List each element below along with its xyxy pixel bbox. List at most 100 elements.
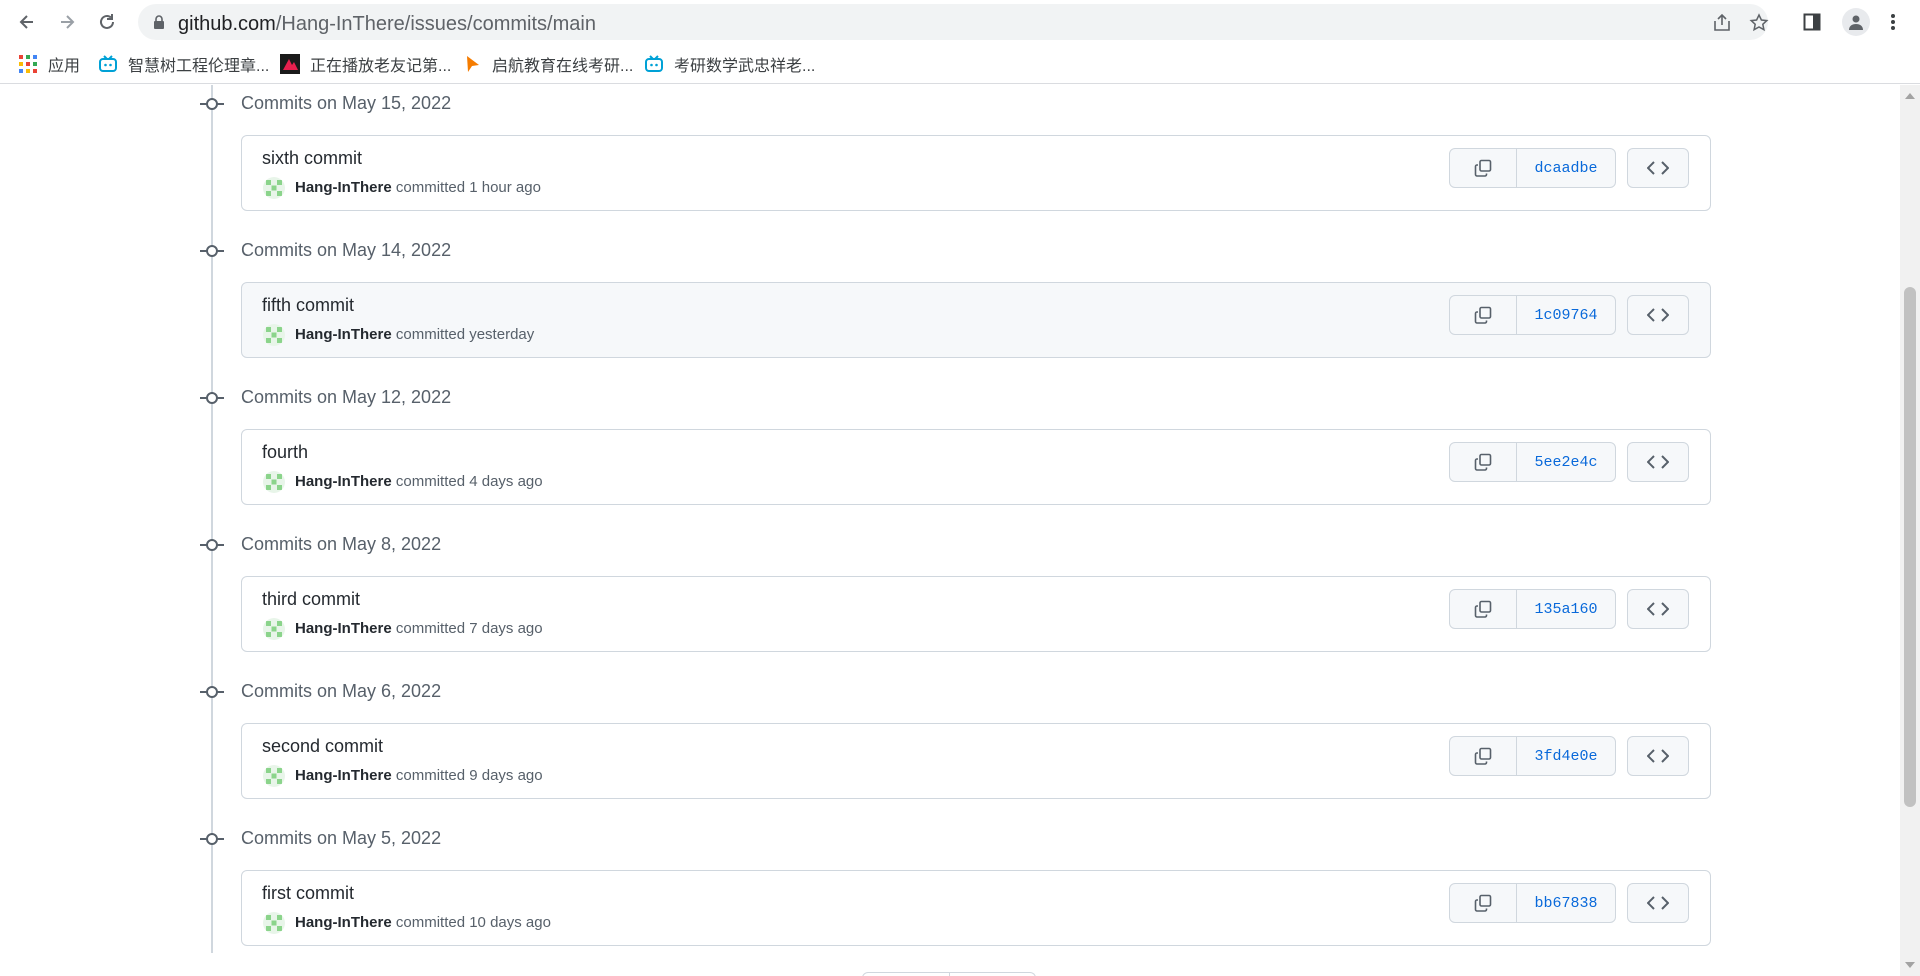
commit-sha-link[interactable]: 5ee2e4c (1517, 443, 1615, 481)
commit-sha-link[interactable]: 135a160 (1517, 590, 1615, 628)
more-menu-icon[interactable] (1882, 11, 1904, 33)
commit-message[interactable]: second commit (262, 736, 383, 757)
bookmark-item-3[interactable]: 启航教育在线考研... (462, 53, 633, 75)
bookmark-item-1[interactable]: 智慧树工程伦理章... (98, 53, 269, 75)
commit-time: 1 hour ago (469, 179, 541, 196)
copy-icon (1474, 453, 1492, 471)
commit-node-icon (200, 98, 224, 110)
commit-sha-link[interactable]: 1c09764 (1517, 296, 1615, 334)
avatar[interactable] (263, 912, 285, 934)
commit-meta: Hang-InThere committed 10 days ago (295, 914, 551, 931)
bookmark-item-4[interactable]: 考研数学武忠祥老... (644, 53, 815, 75)
back-button[interactable] (13, 8, 41, 36)
scroll-down-icon[interactable] (1905, 962, 1915, 968)
commit-node-icon (200, 833, 224, 845)
sha-button-group: 1c09764 (1449, 295, 1616, 335)
code-brackets-icon (1647, 602, 1669, 616)
commit-action: committed (395, 914, 466, 931)
commit-author[interactable]: Hang-InThere (295, 473, 392, 490)
scroll-up-icon[interactable] (1905, 93, 1915, 99)
commit-item: second commit Hang-InThere committed 9 d… (241, 723, 1711, 799)
commit-sha-link[interactable]: 3fd4e0e (1517, 737, 1615, 775)
copy-sha-button[interactable] (1450, 296, 1517, 334)
sha-button-group: dcaadbe (1449, 148, 1616, 188)
forward-arrow-icon (61, 15, 75, 29)
commit-item: sixth commit Hang-InThere committed 1 ho… (241, 135, 1711, 211)
reload-button[interactable] (93, 8, 121, 36)
commit-action: committed (395, 179, 466, 196)
copy-icon (1474, 600, 1492, 618)
bookmark-item-2[interactable]: 正在播放老友记第... (280, 53, 451, 75)
commit-sha-link[interactable]: bb67838 (1517, 884, 1615, 922)
commit-author[interactable]: Hang-InThere (295, 620, 392, 637)
commit-author[interactable]: Hang-InThere (295, 767, 392, 784)
browse-repo-button[interactable] (1627, 589, 1689, 629)
browse-repo-button[interactable] (1627, 883, 1689, 923)
bookmarks-bar: 应用 智慧树工程伦理章... 正在播放老友记第... 启航教育在线考研... 考… (0, 44, 1920, 84)
commits-page: Commits on May 15, 2022 sixth commit Han… (0, 85, 1920, 976)
pagination[interactable] (862, 972, 1036, 976)
commit-meta: Hang-InThere committed 9 days ago (295, 767, 543, 784)
browse-repo-button[interactable] (1627, 736, 1689, 776)
commit-meta: Hang-InThere committed 7 days ago (295, 620, 543, 637)
profile-avatar-icon[interactable] (1842, 8, 1870, 36)
scroll-thumb[interactable] (1904, 287, 1916, 807)
address-bar[interactable]: github.com/Hang-InThere/issues/commits/m… (138, 4, 1769, 40)
commit-author[interactable]: Hang-InThere (295, 326, 392, 343)
browse-repo-button[interactable] (1627, 295, 1689, 335)
commit-node-icon (200, 392, 224, 404)
apps-grid-icon (19, 55, 37, 73)
commit-action: committed (395, 767, 466, 784)
copy-sha-button[interactable] (1450, 884, 1517, 922)
commit-author[interactable]: Hang-InThere (295, 179, 392, 196)
bookmark-apps[interactable]: 应用 (18, 53, 80, 75)
bookmark-star-icon[interactable] (1749, 13, 1769, 33)
commit-message[interactable]: fourth (262, 442, 308, 463)
commit-sha-link[interactable]: dcaadbe (1517, 149, 1615, 187)
avatar[interactable] (263, 618, 285, 640)
url-text[interactable]: github.com/Hang-InThere/issues/commits/m… (178, 13, 596, 36)
code-brackets-icon (1647, 455, 1669, 469)
commit-item: fifth commit Hang-InThere committed yest… (241, 282, 1711, 358)
copy-icon (1474, 894, 1492, 912)
commit-action: committed (395, 620, 466, 637)
commit-item: first commit Hang-InThere committed 10 d… (241, 870, 1711, 946)
copy-sha-button[interactable] (1450, 443, 1517, 481)
commit-item: third commit Hang-InThere committed 7 da… (241, 576, 1711, 652)
page-scrollbar[interactable] (1900, 85, 1920, 976)
forward-button[interactable] (53, 8, 81, 36)
commit-item: fourth Hang-InThere committed 4 days ago… (241, 429, 1711, 505)
commit-message[interactable]: sixth commit (262, 148, 362, 169)
commit-node-icon (200, 686, 224, 698)
commit-message[interactable]: fifth commit (262, 295, 354, 316)
commit-group: Commits on May 12, 2022 fourth Hang-InTh… (0, 382, 1900, 529)
copy-sha-button[interactable] (1450, 737, 1517, 775)
commit-node-icon (200, 539, 224, 551)
commit-author[interactable]: Hang-InThere (295, 914, 392, 931)
browse-repo-button[interactable] (1627, 148, 1689, 188)
avatar[interactable] (263, 765, 285, 787)
commit-time: 9 days ago (469, 767, 543, 784)
commit-message[interactable]: first commit (262, 883, 354, 904)
browse-repo-button[interactable] (1627, 442, 1689, 482)
commit-message[interactable]: third commit (262, 589, 360, 610)
sha-button-group: bb67838 (1449, 883, 1616, 923)
copy-sha-button[interactable] (1450, 149, 1517, 187)
commit-group-date: Commits on May 5, 2022 (241, 828, 442, 848)
commit-time: 4 days ago (469, 473, 543, 490)
commit-group: Commits on May 8, 2022 third commit Hang… (0, 529, 1900, 676)
code-brackets-icon (1647, 308, 1669, 322)
commit-time: yesterday (469, 326, 535, 343)
share-icon[interactable] (1712, 13, 1732, 33)
avatar[interactable] (263, 471, 285, 493)
side-panel-icon[interactable] (1801, 11, 1823, 33)
commit-group: Commits on May 14, 2022 fifth commit Han… (0, 235, 1900, 382)
avatar[interactable] (263, 324, 285, 346)
commit-group: Commits on May 15, 2022 sixth commit Han… (0, 88, 1900, 235)
copy-icon (1474, 306, 1492, 324)
copy-icon (1474, 747, 1492, 765)
avatar[interactable] (263, 177, 285, 199)
browser-toolbar: github.com/Hang-InThere/issues/commits/m… (0, 0, 1920, 44)
copy-sha-button[interactable] (1450, 590, 1517, 628)
commit-action: committed (395, 473, 466, 490)
